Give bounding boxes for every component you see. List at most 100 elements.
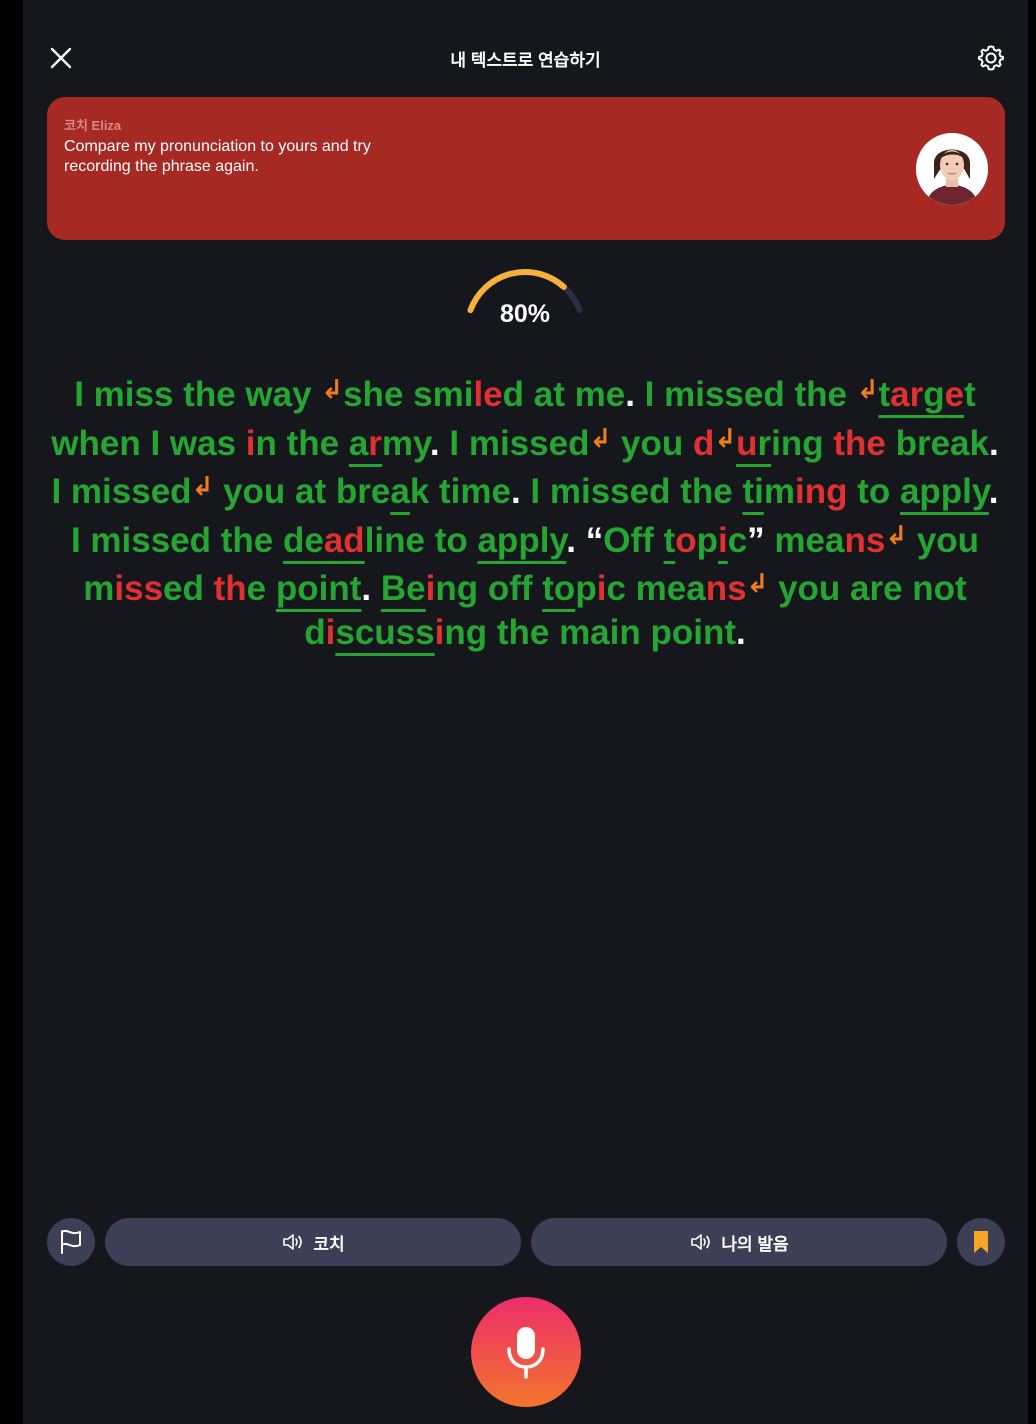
passage-segment[interactable]: a [349,424,368,463]
passage-segment[interactable]: you [611,424,693,463]
my-audio-label: 나의 발음 [721,1234,789,1254]
passage-segment[interactable]: break [886,424,989,463]
bookmark-button[interactable] [957,1218,1005,1266]
pronunciation-passage: I miss the way ↲she smiled at me. I miss… [49,368,1001,654]
mispronounced-segment[interactable]: le [473,375,502,414]
passage-segment[interactable]: c [728,521,747,560]
passage-segment[interactable]: ed [163,569,214,608]
mispronounced-segment[interactable]: i [326,613,336,652]
mispronounced-segment[interactable]: iss [114,569,163,608]
mispronounced-segment[interactable]: the [833,424,886,463]
mispronounced-segment[interactable]: ing [795,472,847,511]
passage-segment[interactable]: t [964,375,976,414]
passage-segment[interactable]: ” [747,521,765,560]
passage-segment[interactable]: . [736,613,746,652]
passage-segment[interactable]: n the [256,424,349,463]
passage-segment[interactable]: I missed the [71,521,283,560]
passage-segment[interactable]: m [83,569,114,608]
record-button[interactable] [471,1297,581,1407]
passage-segment[interactable]: I miss the way [74,375,321,414]
passage-segment[interactable]: line to [365,521,478,560]
passage-segment[interactable]: c mea [606,569,705,608]
passage-segment[interactable]: mea [765,521,844,560]
pause-arrow-icon: ↲ [589,422,612,453]
pause-arrow-icon: ↲ [746,568,769,598]
passage-segment[interactable]: ng off [435,569,542,608]
mispronounced-segment[interactable]: th [214,569,247,608]
mispronounced-segment[interactable]: i [435,613,445,652]
passage-segment[interactable]: “ [576,521,604,560]
speaker-icon [283,1234,303,1250]
passage-segment[interactable]: you [907,521,979,560]
passage-segment[interactable]: apply [900,472,989,511]
passage-segment[interactable]: t [878,375,890,414]
passage-segment[interactable]: . [989,472,999,511]
passage-segment[interactable]: I missed [51,472,191,511]
passage-segment[interactable]: apply [477,521,566,560]
mispronounced-segment[interactable]: r [368,424,382,463]
passage-segment[interactable]: scuss [335,613,434,652]
coach-feedback-card: 코치 Eliza Compare my pronunciation to you… [47,97,1005,240]
passage-segment[interactable]: m [764,472,795,511]
passage-segment[interactable]: . [361,569,371,608]
passage-segment[interactable]: . [511,472,521,511]
passage-segment[interactable]: d at me [503,375,626,414]
passage-segment[interactable]: k time [410,472,511,511]
passage-segment[interactable] [371,569,381,608]
microphone-icon [507,1327,545,1379]
passage-segment[interactable]: I missed [440,424,589,463]
pause-arrow-icon: ↲ [321,374,344,404]
passage-segment[interactable]: g [923,375,944,414]
passage-segment[interactable]: Be [381,569,426,608]
passage-segment[interactable]: I missed the [521,472,743,511]
passage-segment[interactable]: ti [742,472,763,511]
coach-name: 코치 Eliza [64,118,122,133]
mispronounced-segment[interactable]: d [693,424,714,463]
mispronounced-segment[interactable]: e [945,375,964,414]
score-value: 80% [499,300,551,328]
passage-segment[interactable]: Off [603,521,663,560]
passage-segment[interactable]: you at bre [213,472,390,511]
mispronounced-segment[interactable]: i [718,521,728,560]
bookmark-icon [974,1231,988,1253]
passage-segment[interactable]: a [390,472,409,511]
passage-segment[interactable]: . [430,424,440,463]
mispronounced-segment[interactable]: i [597,569,607,608]
passage-segment[interactable]: t [664,521,676,560]
passage-segment[interactable]: e [247,569,276,608]
passage-segment[interactable]: to [542,569,575,608]
passage-segment[interactable]: p [575,569,596,608]
passage-segment[interactable]: when I was [51,424,246,463]
passage-segment[interactable]: r [758,424,772,463]
coach-audio-label: 코치 [313,1234,345,1254]
play-coach-audio-button[interactable]: 코치 [105,1218,521,1266]
coach-message: Compare my pronunciation to yours and tr… [64,138,371,175]
passage-segment[interactable]: point [276,569,362,608]
mispronounced-segment[interactable]: o [675,521,696,560]
passage-segment[interactable]: . [625,375,635,414]
mispronounced-segment[interactable]: ns [706,569,747,608]
passage-segment[interactable]: ing [771,424,833,463]
mispronounced-segment[interactable]: ad [324,521,365,560]
passage-segment[interactable]: she smi [343,375,473,414]
mispronounced-segment[interactable]: ns [844,521,885,560]
passage-segment[interactable]: p [697,521,718,560]
passage-segment[interactable]: de [283,521,324,560]
mispronounced-segment[interactable]: i [246,424,256,463]
passage-segment[interactable]: to [847,472,899,511]
play-my-audio-button[interactable]: 나의 발음 [531,1218,947,1266]
pause-arrow-icon: ↲ [714,422,737,453]
passage-segment[interactable]: I missed the [635,375,857,414]
passage-segment[interactable]: . [989,424,999,463]
mispronounced-segment[interactable]: i [426,569,436,608]
passage-segment[interactable]: ng the main point [444,613,736,652]
passage-segment[interactable]: my [382,424,430,463]
page-title: 내 텍스트로 연습하기 [450,51,601,70]
header: 내 텍스트로 연습하기 [23,28,1028,88]
passage-segment[interactable]: . [566,521,576,560]
report-button[interactable] [47,1218,95,1266]
settings-button[interactable] [976,43,1006,73]
mispronounced-segment[interactable]: u [736,424,757,463]
mispronounced-segment[interactable]: ar [890,375,923,414]
pause-arrow-icon: ↲ [191,471,214,501]
